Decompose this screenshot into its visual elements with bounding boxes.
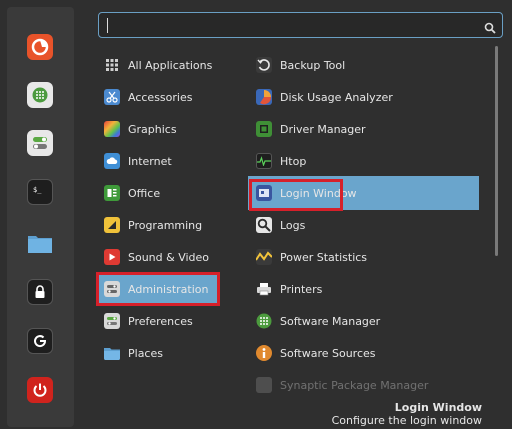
category-programming[interactable]: Programming	[104, 212, 220, 238]
category-places[interactable]: Places	[104, 340, 220, 366]
programming-icon	[104, 217, 120, 233]
app-backup-tool[interactable]: Backup Tool	[256, 52, 476, 78]
category-label: Office	[128, 186, 161, 200]
app-label: Printers	[280, 282, 323, 296]
app-logs[interactable]: Logs	[256, 212, 476, 238]
category-label: Graphics	[128, 122, 177, 136]
chip-icon	[256, 121, 272, 137]
category-label: All Applications	[128, 58, 213, 72]
category-internet[interactable]: Internet	[104, 148, 220, 174]
category-graphics[interactable]: Graphics	[104, 116, 220, 142]
grid-icon	[104, 57, 120, 73]
category-sound-video[interactable]: Sound & Video	[104, 244, 220, 270]
software-manager-icon	[256, 313, 272, 329]
folder-icon	[104, 345, 120, 361]
search-icon[interactable]	[484, 19, 496, 38]
office-icon	[104, 185, 120, 201]
app-label: Htop	[280, 154, 307, 168]
app-label: Disk Usage Analyzer	[280, 90, 393, 104]
software-manager-icon[interactable]	[27, 82, 53, 108]
app-driver-manager[interactable]: Driver Manager	[256, 116, 476, 142]
category-label: Places	[128, 346, 163, 360]
app-label: Logs	[280, 218, 306, 232]
annotation-box-administration	[96, 272, 220, 306]
category-label: Programming	[128, 218, 203, 232]
settings-toggle-icon[interactable]	[27, 130, 53, 156]
shutdown-icon[interactable]	[27, 377, 53, 403]
app-label: Backup Tool	[280, 58, 346, 72]
graphics-icon	[104, 121, 120, 137]
app-disk-usage-analyzer[interactable]: Disk Usage Analyzer	[256, 84, 476, 110]
category-all-applications[interactable]: All Applications	[104, 52, 220, 78]
search-bar[interactable]	[98, 12, 503, 38]
category-accessories[interactable]: Accessories	[104, 84, 220, 110]
app-software-manager[interactable]: Software Manager	[256, 308, 476, 334]
htop-icon	[256, 153, 272, 169]
text-cursor	[107, 18, 108, 33]
app-htop[interactable]: Htop	[256, 148, 476, 174]
app-list-scrollbar[interactable]	[495, 46, 498, 256]
synaptic-icon	[256, 377, 272, 393]
disk-usage-icon	[256, 89, 272, 105]
app-synaptic-package-manager[interactable]: Synaptic Package Manager	[256, 372, 476, 398]
firefox-icon[interactable]	[27, 34, 53, 60]
app-label: Synaptic Package Manager	[280, 378, 429, 392]
app-power-statistics[interactable]: Power Statistics	[256, 244, 476, 270]
power-statistics-icon	[256, 249, 272, 265]
play-icon	[104, 249, 120, 265]
preferences-icon	[104, 313, 120, 329]
software-sources-icon	[256, 345, 272, 361]
svg-text:$_: $_	[33, 186, 42, 194]
app-label: Software Manager	[280, 314, 381, 328]
cloud-icon	[104, 153, 120, 169]
app-label: Power Statistics	[280, 250, 368, 264]
terminal-icon[interactable]: $_	[27, 179, 53, 205]
app-description-title: Login Window	[394, 401, 482, 414]
category-preferences[interactable]: Preferences	[104, 308, 220, 334]
category-label: Sound & Video	[128, 250, 210, 264]
scissors-icon	[104, 89, 120, 105]
category-label: Accessories	[128, 90, 193, 104]
lock-screen-icon[interactable]	[27, 279, 53, 305]
app-description-subtitle: Configure the login window	[331, 414, 482, 427]
printer-icon	[256, 281, 272, 297]
category-label: Internet	[128, 154, 172, 168]
app-software-sources[interactable]: Software Sources	[256, 340, 476, 366]
logout-icon[interactable]	[27, 328, 53, 354]
category-office[interactable]: Office	[104, 180, 220, 206]
backup-icon	[256, 57, 272, 73]
category-label: Preferences	[128, 314, 193, 328]
search-input[interactable]	[111, 15, 475, 37]
files-folder-icon[interactable]	[27, 230, 53, 256]
annotation-box-login-window	[249, 179, 343, 211]
app-label: Driver Manager	[280, 122, 366, 136]
app-label: Software Sources	[280, 346, 376, 360]
favorites-sidebar: $_	[7, 7, 74, 427]
magnifier-icon	[256, 217, 272, 233]
app-printers[interactable]: Printers	[256, 276, 476, 302]
